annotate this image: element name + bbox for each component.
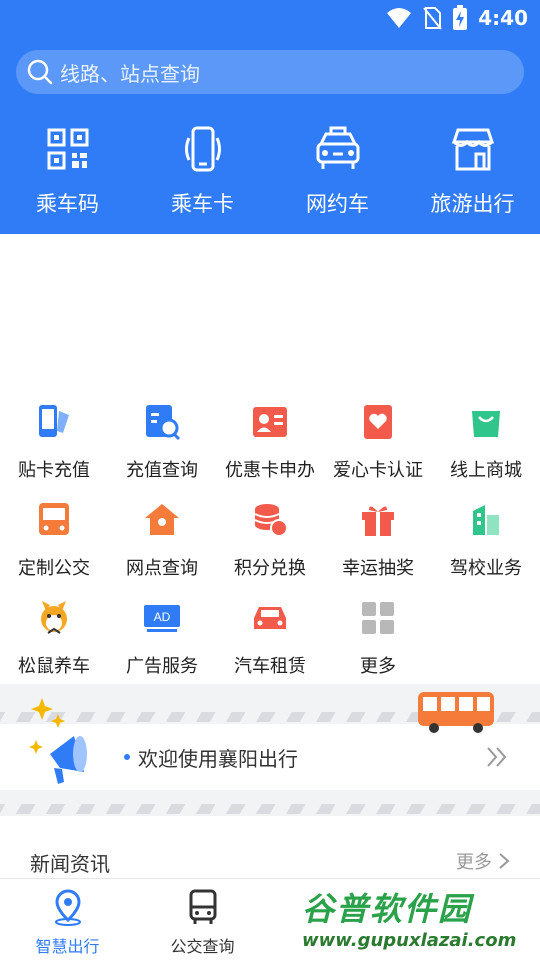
service-mall[interactable]: 线上商城 [432, 400, 540, 498]
coins-icon [254, 504, 288, 537]
shopping-bag-icon [472, 411, 500, 437]
search-icon [27, 59, 53, 85]
search-input[interactable]: 线路、站点查询 [16, 50, 524, 94]
decor-stripe [0, 804, 540, 814]
service-custom-bus[interactable]: 定制公交 [0, 498, 108, 596]
banner-text: 欢迎使用襄阳出行 [138, 746, 298, 771]
rental-car-icon [254, 607, 286, 629]
news-title: 新闻资讯 [30, 852, 110, 876]
top-nav-ride-card[interactable]: 乘车卡 [135, 124, 270, 224]
top-nav-label: 乘车卡 [171, 192, 234, 216]
service-squirrel-car[interactable]: 松鼠养车 [0, 596, 108, 694]
service-label: 充值查询 [126, 460, 198, 481]
top-nav-ride-code[interactable]: 乘车码 [0, 124, 135, 224]
service-row: 松鼠养车 AD 广告服务 汽车租赁 更多 [0, 596, 540, 694]
grid-more-icon [362, 602, 394, 634]
top-nav: 乘车码 乘车卡 网约车 旅游出行 [0, 124, 540, 224]
qr-code-icon [47, 128, 88, 170]
service-label: 爱心卡认证 [333, 460, 423, 481]
house-location-icon [145, 504, 179, 535]
building-icon [473, 505, 499, 535]
top-nav-ride-hailing[interactable]: 网约车 [270, 124, 405, 224]
megaphone-icon [29, 698, 87, 784]
news-more-link[interactable]: 更多 [456, 848, 510, 874]
phone-card-icon [184, 126, 221, 172]
watermark-text: 谷普软件园 [302, 890, 473, 928]
chevron-right-icon [499, 853, 510, 869]
service-points-exchange[interactable]: 积分兑换 [216, 498, 324, 596]
service-driving-school[interactable]: 驾校业务 [432, 498, 540, 596]
search-placeholder: 线路、站点查询 [60, 61, 200, 86]
recharge-search-icon [146, 405, 181, 441]
service-label: 积分兑换 [234, 558, 306, 579]
status-time: 4:40 [478, 6, 528, 30]
service-advertising[interactable]: AD 广告服务 [108, 596, 216, 694]
service-label: 广告服务 [126, 656, 198, 677]
bus-icon [39, 503, 69, 535]
bus-illustration-icon [418, 692, 494, 733]
tab-label: 智慧出行 [35, 937, 100, 956]
service-label: 线上商城 [450, 460, 522, 481]
service-discount-card[interactable]: 优惠卡申办 [216, 400, 324, 498]
top-nav-label: 旅游出行 [430, 192, 515, 216]
status-icons: 4:40 [386, 5, 528, 31]
news-more-label: 更多 [456, 852, 492, 873]
welcome-banner[interactable]: 欢迎使用襄阳出行 [0, 684, 540, 816]
no-sim-icon [423, 7, 443, 30]
watermark-logo: 谷普软件园 www.gupuxlazai.com [296, 880, 540, 958]
service-lucky-draw[interactable]: 幸运抽奖 [324, 498, 432, 596]
battery-charging-icon [453, 5, 468, 30]
service-love-card[interactable]: 爱心卡认证 [324, 400, 432, 498]
app-screen: 4:40 线路、站点查询 乘车码 乘车卡 网约车 旅游出行 贴卡充值 充值查询 … [0, 0, 540, 960]
banner-text-wrap: 欢迎使用襄阳出行 [124, 724, 298, 790]
service-outlet-query[interactable]: 网点查询 [108, 498, 216, 596]
service-row: 贴卡充值 充值查询 优惠卡申办 爱心卡认证 线上商城 [0, 400, 540, 498]
service-recharge-query[interactable]: 充值查询 [108, 400, 216, 498]
heart-card-icon [364, 405, 392, 439]
top-nav-label: 网约车 [306, 192, 369, 216]
status-bar: 4:40 [0, 0, 540, 36]
service-label: 贴卡充值 [18, 460, 90, 481]
service-more[interactable]: 更多 [324, 596, 432, 694]
news-header: 新闻资讯 更多 [0, 838, 540, 882]
top-nav-travel[interactable]: 旅游出行 [405, 124, 540, 224]
header: 4:40 线路、站点查询 乘车码 乘车卡 网约车 旅游出行 [0, 0, 540, 234]
service-label: 幸运抽奖 [342, 558, 414, 579]
service-label: 网点查询 [126, 558, 198, 579]
phone-card-recharge-icon [39, 405, 69, 437]
bus-front-icon [189, 889, 216, 924]
tab-smart-travel[interactable]: 智慧出行 [0, 879, 135, 960]
gift-icon [362, 506, 394, 536]
tab-label: 公交查询 [170, 937, 235, 956]
ad-icon: AD [144, 605, 180, 632]
store-icon [451, 128, 494, 171]
id-card-icon [253, 407, 287, 437]
squirrel-icon [41, 601, 67, 634]
service-label: 驾校业务 [450, 558, 522, 579]
service-car-rental[interactable]: 汽车租赁 [216, 596, 324, 694]
location-pin-icon [54, 889, 81, 926]
service-row: 定制公交 网点查询 积分兑换 幸运抽奖 驾校业务 [0, 498, 540, 596]
service-label: 优惠卡申办 [225, 460, 315, 481]
service-label: 更多 [360, 656, 396, 677]
service-grid: 贴卡充值 充值查询 优惠卡申办 爱心卡认证 线上商城 定制公交 网点查询 积分兑… [0, 400, 540, 694]
service-label: 定制公交 [18, 558, 90, 579]
tab-bus-query[interactable]: 公交查询 [135, 879, 270, 960]
service-card-recharge[interactable]: 贴卡充值 [0, 400, 108, 498]
service-label: 松鼠养车 [18, 656, 90, 677]
car-icon [316, 126, 359, 169]
watermark-url: www.gupuxlazai.com [302, 930, 517, 951]
svg-text:AD: AD [154, 610, 171, 624]
service-label: 汽车租赁 [234, 656, 306, 677]
wifi-icon [387, 8, 412, 28]
double-chevron-right-icon [487, 747, 507, 767]
top-nav-label: 乘车码 [36, 192, 99, 216]
bullet-dot [124, 754, 130, 760]
